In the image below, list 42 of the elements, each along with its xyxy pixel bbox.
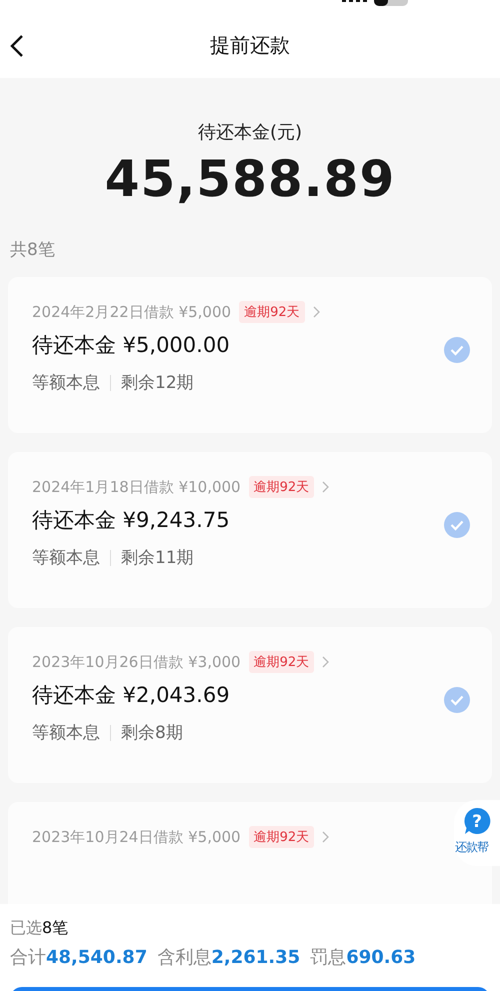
total-value: 2,261.35: [211, 947, 300, 968]
repayment-method: 等额本息: [32, 547, 100, 569]
repayment-method: 等额本息: [32, 372, 100, 394]
overdue-badge: 逾期92天: [248, 826, 314, 848]
loan-card[interactable]: 2024年1月18日借款 ¥10,000 逾期92天 待还本金 ¥9,243.75 等额本息 剩余11期: [8, 452, 492, 608]
total-label: 合计: [10, 947, 46, 968]
remaining-terms: 剩余11期: [121, 547, 194, 569]
chevron-icon: [322, 831, 330, 843]
selected-label: 已选: [10, 918, 42, 939]
loan-card[interactable]: 2024年2月22日借款 ¥5,000 逾期92天 待还本金 ¥5,000.00 等额本息 剩余12期: [8, 277, 492, 433]
loan-count: 共8笔: [10, 239, 55, 261]
principal-label: 待还本金(元): [198, 121, 302, 144]
chevron-icon: [312, 306, 320, 318]
selected-count: 8笔: [42, 918, 68, 939]
checkbox[interactable]: [444, 512, 470, 538]
loan-principal: 待还本金 ¥5,000.00: [32, 332, 230, 359]
remaining-terms: 剩余12期: [121, 372, 194, 394]
loan-date: 2024年2月22日借款 ¥5,000: [32, 302, 232, 322]
loan-date: 2023年10月26日借款 ¥3,000: [32, 652, 241, 672]
loan-principal: 待还本金 ¥9,243.75: [32, 507, 230, 534]
loan-principal: 待还本金 ¥2,043.69: [32, 682, 230, 709]
overdue-badge: 逾期92天: [248, 651, 314, 673]
checkbox[interactable]: [444, 687, 470, 713]
repayment-method: 等额本息: [32, 722, 100, 744]
loan-card[interactable]: 2023年10月26日借款 ¥3,000 逾期92天 待还本金 ¥2,043.69 等额本息 剩余8期: [8, 627, 492, 783]
page-title: 提前还款: [210, 32, 290, 58]
checkbox[interactable]: [444, 337, 470, 363]
overdue-badge: 逾期92天: [239, 301, 305, 323]
total-label: 含利息: [157, 947, 212, 968]
total-value: 690.63: [346, 947, 416, 968]
total-value: 48,540.87: [46, 947, 148, 968]
loan-date: 2023年10月24日借款 ¥5,000: [32, 828, 241, 846]
chevron-icon: [322, 481, 330, 493]
chevron-icon: [322, 656, 330, 668]
principal-amount: 45,588.89: [104, 150, 396, 208]
total-label: 罚息: [310, 947, 346, 968]
help-icon: ?: [462, 806, 492, 836]
overdue-badge: 逾期92天: [248, 476, 314, 498]
loan-date: 2024年1月18日借款 ¥10,000: [32, 478, 241, 496]
back-icon[interactable]: [10, 34, 24, 58]
remaining-terms: 剩余8期: [121, 722, 183, 744]
help-button[interactable]: ? 还款帮: [454, 800, 500, 866]
